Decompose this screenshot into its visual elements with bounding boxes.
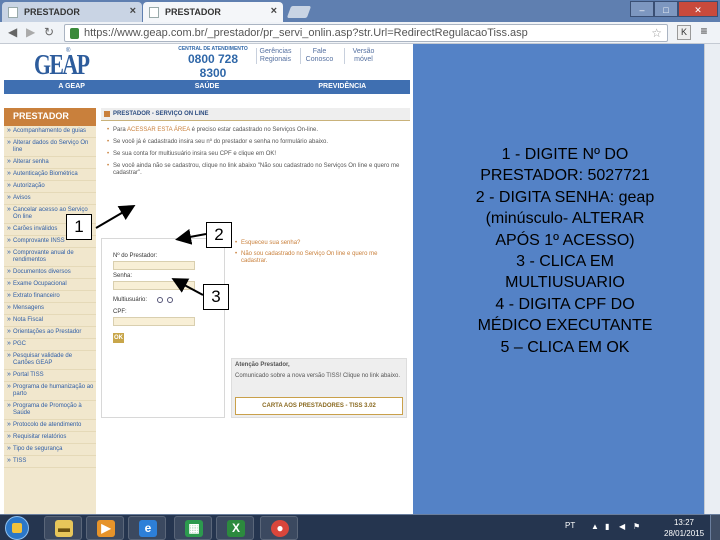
arrow-3: [171, 278, 204, 296]
instruction-text: 1 - DIGITE Nº DO PRESTADOR: 5027721 2 - …: [440, 144, 690, 358]
instruction-line: APÓS 1º ACESSO): [495, 231, 635, 249]
step-marker-2: 2: [206, 222, 232, 248]
network-icon[interactable]: ▮: [605, 522, 609, 531]
minimize-button[interactable]: –: [630, 1, 654, 17]
extension-icon[interactable]: K: [677, 25, 691, 40]
step-marker-1: 1: [66, 214, 92, 240]
excel-icon[interactable]: X: [216, 516, 254, 540]
maximize-button[interactable]: □: [654, 1, 678, 17]
instruction-line: 2 - DIGITA SENHA: geap: [475, 188, 655, 206]
tab-label: PRESTADOR: [24, 7, 80, 17]
clock[interactable]: 13:27 28/01/2015: [664, 515, 704, 539]
page-icon: [149, 7, 159, 18]
address-bar[interactable]: https://www.geap.com.br/_prestador/pr_se…: [64, 24, 668, 42]
media-player-icon[interactable]: ▶: [86, 516, 124, 540]
page-viewport: GEAP ® CENTRAL DE ATENDIMENTO 0800 728 8…: [0, 44, 720, 514]
instruction-line: MÉDICO EXECUTANTE: [477, 317, 653, 335]
instruction-line: 4 - DIGITA CPF DO: [495, 295, 635, 313]
close-tab-icon[interactable]: ×: [130, 5, 136, 17]
tray-arrow-icon[interactable]: ▲: [591, 522, 599, 531]
instruction-line: 5 – CLICA EM OK: [500, 338, 630, 356]
back-arrow-icon[interactable]: ◀: [8, 25, 17, 39]
flag-icon[interactable]: ⚑: [633, 522, 640, 531]
instruction-line: PRESTADOR: 5027721: [480, 167, 650, 185]
browser-tabbar: PRESTADOR × PRESTADOR × – □ ✕: [0, 0, 720, 22]
page-icon: [8, 7, 18, 18]
browser-tab-2[interactable]: PRESTADOR ×: [143, 2, 283, 22]
window-controls: – □ ✕: [630, 1, 718, 17]
internet-explorer-icon[interactable]: e: [128, 516, 166, 540]
close-tab-icon[interactable]: ×: [271, 5, 277, 17]
volume-icon[interactable]: ◀: [619, 522, 625, 531]
reload-icon[interactable]: ↻: [44, 25, 54, 39]
tab-label: PRESTADOR: [165, 7, 221, 17]
star-icon[interactable]: ☆: [651, 26, 662, 40]
instruction-line: (minúsculo- ALTERAR: [485, 210, 645, 228]
forward-arrow-icon[interactable]: ▶: [26, 25, 35, 39]
close-window-button[interactable]: ✕: [678, 1, 718, 17]
browser-tab-1[interactable]: PRESTADOR ×: [2, 2, 142, 22]
clock-time: 13:27: [673, 518, 695, 527]
clock-date: 28/01/2015: [664, 529, 705, 538]
instruction-line: 3 - CLICA EM: [516, 253, 614, 271]
start-button[interactable]: [5, 516, 29, 540]
language-indicator[interactable]: PT: [565, 521, 575, 530]
browser-toolbar: ◀ ▶ ↻ https://www.geap.com.br/_prestador…: [0, 22, 720, 44]
explorer-icon[interactable]: ▬: [44, 516, 82, 540]
new-tab-button[interactable]: [286, 6, 312, 18]
chrome-icon[interactable]: ●: [260, 516, 298, 540]
step-marker-3: 3: [203, 284, 229, 310]
windows-taskbar: ▬ ▶ e ▦ X ● PT ▲ ▮ ◀ ⚑ 13:27 28/01/2015: [0, 514, 720, 540]
menu-icon[interactable]: ≡: [697, 25, 711, 40]
arrow-1: [95, 204, 136, 229]
arrow-2: [175, 228, 207, 245]
powerpoint-icon[interactable]: ▦: [174, 516, 212, 540]
show-desktop-button[interactable]: [710, 515, 720, 540]
address-url: https://www.geap.com.br/_prestador/pr_se…: [84, 27, 528, 39]
instruction-line: MULTIUSUARIO: [505, 274, 625, 292]
screenshot: PRESTADOR × PRESTADOR × – □ ✕ ◀ ▶ ↻ http…: [0, 0, 720, 540]
lock-icon: [70, 28, 79, 39]
instruction-line: 1 - DIGITE Nº DO: [501, 146, 629, 163]
